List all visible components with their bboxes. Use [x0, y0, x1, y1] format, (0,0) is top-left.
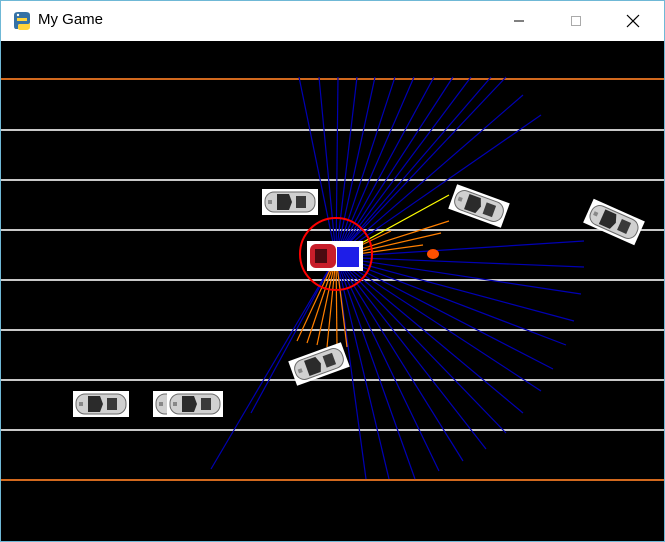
title-bar[interactable]: My Game [1, 1, 664, 41]
lidar-rays [210, 76, 585, 480]
minimize-icon [514, 20, 524, 22]
npc-car [72, 390, 130, 418]
python-icon [14, 12, 30, 30]
npc-car [447, 183, 511, 229]
target-marker [427, 249, 439, 259]
game-window: My Game [0, 0, 665, 542]
lane-lines [1, 129, 664, 431]
maximize-button[interactable] [553, 1, 599, 41]
npc-car [166, 390, 224, 418]
game-scene [1, 76, 664, 481]
minimize-button[interactable] [496, 1, 542, 41]
game-canvas[interactable] [1, 41, 664, 541]
npc-car [582, 198, 646, 246]
player-car [307, 241, 363, 271]
close-button[interactable] [610, 1, 656, 41]
close-icon [626, 14, 640, 28]
window-title: My Game [38, 11, 104, 28]
npc-car [261, 188, 319, 216]
maximize-icon [571, 16, 581, 26]
